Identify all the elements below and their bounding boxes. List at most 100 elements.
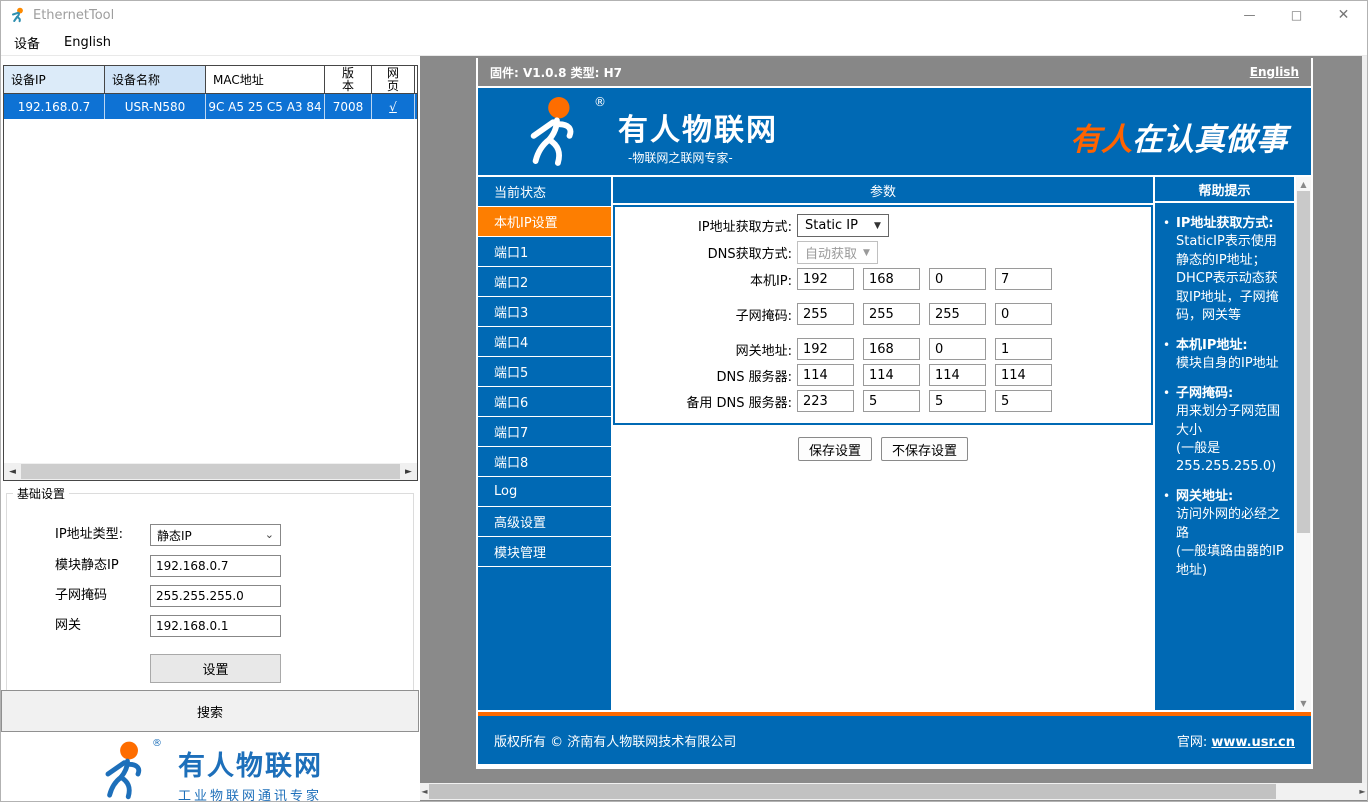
nav-item-advanced[interactable]: 高级设置	[478, 507, 611, 537]
dns2-octet-2[interactable]	[863, 390, 920, 412]
column-header-name[interactable]: 设备名称	[105, 66, 206, 93]
web-header-slogan: 有人在认真做事	[1070, 114, 1287, 159]
ip-method-select[interactable]: Static IP ▼	[797, 214, 889, 237]
nav-item-port6[interactable]: 端口6	[478, 387, 611, 417]
nav-item-port5[interactable]: 端口5	[478, 357, 611, 387]
nav-item-port1[interactable]: 端口1	[478, 237, 611, 267]
dns-octet-2[interactable]	[863, 364, 920, 386]
english-link[interactable]: English	[1250, 65, 1299, 79]
gateway-octet-2[interactable]	[863, 338, 920, 360]
app-icon	[10, 7, 26, 23]
mask-octet-2[interactable]	[863, 303, 920, 325]
scroll-right-icon[interactable]: ►	[1358, 783, 1367, 800]
page-vscrollbar[interactable]: ▲ ▼	[1296, 177, 1311, 710]
search-button[interactable]: 搜索	[1, 690, 419, 732]
mask-input[interactable]	[150, 585, 281, 607]
usr-website-link[interactable]: www.usr.cn	[1211, 735, 1295, 750]
mask-octet-3[interactable]	[929, 303, 986, 325]
nav-item-log[interactable]: Log	[478, 477, 611, 507]
scroll-left-icon[interactable]: ◄	[4, 463, 21, 480]
nav-item-local-ip[interactable]: 本机IP设置	[478, 207, 611, 237]
mask-row: 子网掩码	[7, 585, 413, 607]
dns-octet-4[interactable]	[995, 364, 1052, 386]
dont-save-settings-button[interactable]: 不保存设置	[881, 437, 968, 461]
local-ip-octet-3[interactable]	[929, 268, 986, 290]
local-ip-label: 本机IP:	[615, 270, 797, 289]
column-header-mac[interactable]: MAC地址	[206, 66, 325, 93]
usr-logo-man-icon	[98, 740, 152, 800]
ip-type-label: IP地址类型:	[55, 524, 123, 546]
scroll-up-icon[interactable]: ▲	[1296, 177, 1311, 191]
minimize-button[interactable]: —	[1226, 1, 1273, 29]
scroll-left-icon[interactable]: ◄	[420, 783, 429, 800]
usr-brand-text: 有人物联网	[178, 744, 323, 783]
column-header-version[interactable]: 版本	[325, 66, 372, 93]
gateway-row: 网关	[7, 615, 413, 637]
ip-type-select[interactable]: 静态IP ⌄	[150, 524, 281, 546]
web-brand-subtitle: -物联网之联网专家-	[628, 149, 733, 166]
help-item: • 本机IP地址: 模块自身的IP地址	[1163, 337, 1288, 374]
device-row[interactable]: 192.168.0.7 USR-N580 9C A5 25 C5 A3 84 7…	[4, 94, 417, 119]
save-settings-button[interactable]: 保存设置	[798, 437, 872, 461]
usr-logo: ® 有人物联网 工业物联网通讯专家	[1, 740, 420, 802]
help-item: • 子网掩码: 用来划分子网范围大小 (一般是 255.255.255.0)	[1163, 385, 1288, 477]
nav-item-port8[interactable]: 端口8	[478, 447, 611, 477]
params-title: 参数	[613, 177, 1153, 203]
mask-octet-4[interactable]	[995, 303, 1052, 325]
scroll-right-icon[interactable]: ►	[400, 463, 417, 480]
mask-octet-1[interactable]	[797, 303, 854, 325]
dns-octet-1[interactable]	[797, 364, 854, 386]
dns2-octet-4[interactable]	[995, 390, 1052, 412]
maximize-button[interactable]: □	[1273, 1, 1320, 29]
menu-item-english[interactable]: English	[64, 35, 111, 50]
set-button[interactable]: 设置	[150, 654, 281, 683]
close-button[interactable]: ✕	[1320, 1, 1367, 29]
registered-mark: ®	[152, 738, 162, 749]
usr-slogan-text: 工业物联网通讯专家	[178, 785, 323, 802]
gateway-input[interactable]	[150, 615, 281, 637]
scroll-down-icon[interactable]: ▼	[1296, 696, 1311, 710]
browser-hscroll-thumb[interactable]	[429, 784, 1276, 799]
nav-item-port7[interactable]: 端口7	[478, 417, 611, 447]
browser-vscrollbar-track[interactable]	[1362, 56, 1367, 783]
usr-header-logo-icon	[522, 95, 586, 171]
gateway-octet-1[interactable]	[797, 338, 854, 360]
dns-octet-3[interactable]	[929, 364, 986, 386]
menu-item-device[interactable]: 设备	[14, 33, 40, 52]
dns-method-value: 自动获取	[805, 243, 857, 262]
chevron-down-icon: ⌄	[265, 530, 274, 540]
browser-hscrollbar[interactable]: ◄ ►	[420, 783, 1367, 800]
web-body: 当前状态 本机IP设置 端口1 端口2 端口3 端口4 端口5 端口6 端口7 …	[478, 177, 1311, 710]
open-webpage-link[interactable]: √	[389, 100, 397, 114]
column-header-ip[interactable]: 设备IP	[4, 66, 105, 93]
nav-item-port2[interactable]: 端口2	[478, 267, 611, 297]
nav-item-module-admin[interactable]: 模块管理	[478, 537, 611, 567]
device-panel: 设备IP 设备名称 MAC地址 版本 网页 192.168.0.7 USR-N5…	[1, 56, 420, 801]
bullet-icon: •	[1163, 488, 1176, 580]
device-table-header: 设备IP 设备名称 MAC地址 版本 网页	[4, 66, 417, 94]
bullet-icon: •	[1163, 215, 1176, 326]
slogan-orange: 有人	[1070, 122, 1132, 158]
dns2-octet-1[interactable]	[797, 390, 854, 412]
local-ip-octet-4[interactable]	[995, 268, 1052, 290]
help-term: 子网掩码:	[1176, 386, 1233, 401]
local-ip-octet-1[interactable]	[797, 268, 854, 290]
gateway-octet-4[interactable]	[995, 338, 1052, 360]
device-version-cell: 7008	[325, 94, 372, 119]
nav-item-port3[interactable]: 端口3	[478, 297, 611, 327]
nav-item-port4[interactable]: 端口4	[478, 327, 611, 357]
sidebar-nav: 当前状态 本机IP设置 端口1 端口2 端口3 端口4 端口5 端口6 端口7 …	[478, 177, 611, 710]
help-title: 帮助提示	[1155, 177, 1294, 203]
static-ip-input[interactable]	[150, 555, 281, 577]
hscroll-thumb[interactable]	[21, 464, 400, 479]
column-header-web[interactable]: 网页	[372, 66, 415, 93]
vscroll-thumb[interactable]	[1297, 191, 1310, 533]
device-table-hscrollbar[interactable]: ◄ ►	[4, 463, 417, 480]
dns2-octet-3[interactable]	[929, 390, 986, 412]
title-bar[interactable]: EthernetTool — □ ✕	[1, 1, 1367, 29]
local-ip-octet-2[interactable]	[863, 268, 920, 290]
nav-item-current-status[interactable]: 当前状态	[478, 177, 611, 207]
gateway-octet-3[interactable]	[929, 338, 986, 360]
ip-type-value: 静态IP	[157, 527, 192, 544]
params-form: IP地址获取方式: Static IP ▼ DNS获取方式: 自动获取 ▼	[613, 205, 1153, 425]
